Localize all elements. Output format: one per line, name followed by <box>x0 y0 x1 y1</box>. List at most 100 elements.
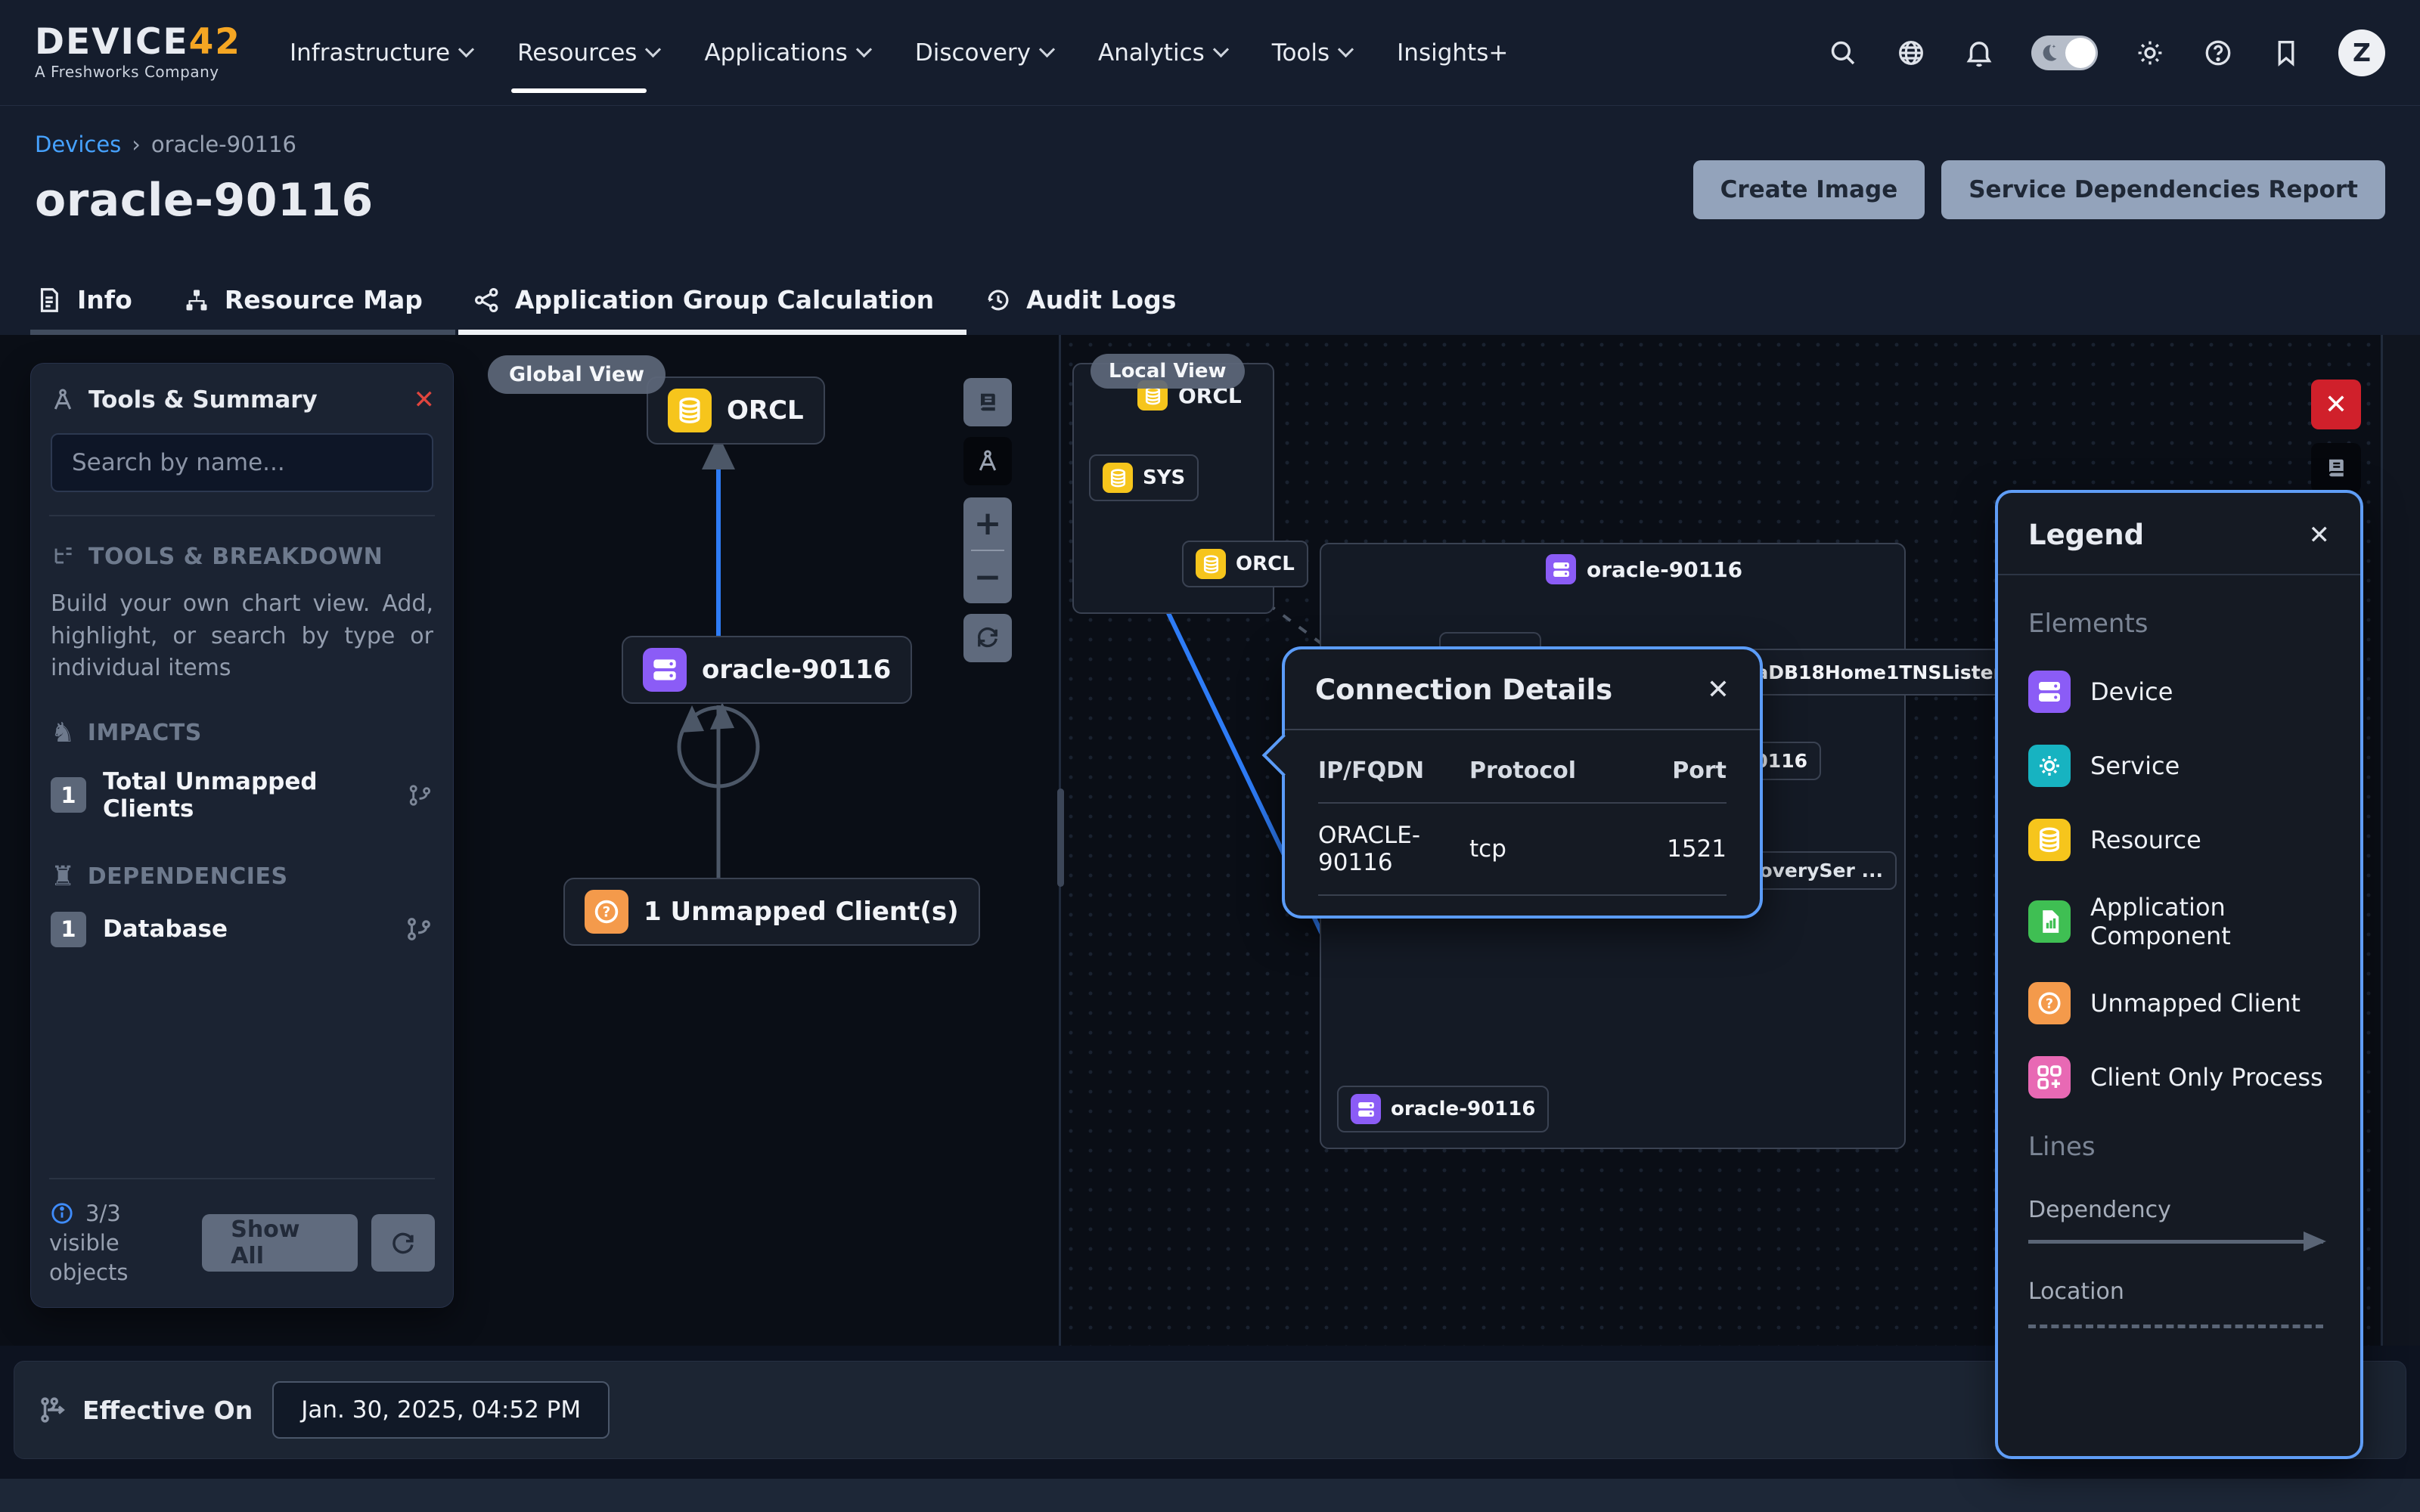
connection-table-header: IP/FQDN Protocol Port <box>1318 758 1727 784</box>
divider <box>49 515 435 516</box>
breadcrumb-separator: › <box>132 132 141 157</box>
svg-text:?: ? <box>603 905 611 921</box>
node-location-header-device[interactable]: oracle-90116 <box>1546 554 1742 584</box>
book-icon <box>974 389 1001 416</box>
create-image-button[interactable]: Create Image <box>1693 160 1925 219</box>
tools-summary-header: Tools & Summary ✕ <box>49 386 435 414</box>
scrollbar-thumb[interactable] <box>1057 789 1064 887</box>
nav-analytics[interactable]: Analytics <box>1098 0 1227 105</box>
cell-port: 1521 <box>1628 835 1727 863</box>
bookmark-icon[interactable] <box>2270 37 2302 69</box>
nav-insights[interactable]: Insights+ <box>1397 0 1508 105</box>
resource-database-icon <box>1196 549 1226 579</box>
impacts-row-unmapped-clients[interactable]: 1 Total Unmapped Clients <box>51 768 433 823</box>
legend-toggle-button[interactable] <box>2311 443 2361 493</box>
sitemap-icon <box>182 286 211 314</box>
toggle-knob <box>2065 38 2096 68</box>
canvas-right-gutter <box>2383 335 2420 1346</box>
branch-icon[interactable] <box>405 915 433 943</box>
effective-on-label: Effective On <box>82 1396 253 1425</box>
zoom-out-button[interactable]: − <box>963 551 1012 603</box>
branch-icon[interactable] <box>407 781 433 810</box>
location-line-sample <box>2028 1325 2323 1328</box>
visible-objects-status: 3/3 visible objects <box>49 1199 188 1287</box>
node-local-sys[interactable]: SYS <box>1089 454 1199 501</box>
legend-item-application-component: Application Component <box>2028 893 2330 950</box>
service-dependencies-report-button[interactable]: Service Dependencies Report <box>1941 160 2385 219</box>
node-local-orcl[interactable]: ORCL <box>1182 541 1308 587</box>
globe-icon[interactable] <box>1895 37 1927 69</box>
col-ip-fqdn: IP/FQDN <box>1318 758 1469 784</box>
close-icon[interactable]: ✕ <box>414 387 436 413</box>
svg-text:?: ? <box>2046 996 2053 1012</box>
cell-protocol: tcp <box>1469 835 1628 863</box>
close-icon[interactable]: ✕ <box>2309 522 2331 548</box>
resource-database-icon <box>668 389 712 432</box>
chevron-down-icon <box>1338 42 1354 57</box>
brand-logo[interactable]: DEVICE42 A Freshworks Company <box>35 24 241 81</box>
help-icon[interactable] <box>2202 37 2234 69</box>
close-icon[interactable]: ✕ <box>1707 677 1730 704</box>
popup-header: Connection Details ✕ <box>1285 649 1760 706</box>
document-icon <box>35 286 64 314</box>
node-global-unmapped-clients[interactable]: ? 1 Unmapped Client(s) <box>563 878 980 946</box>
local-view-label: Local View <box>1091 354 1245 389</box>
search-icon[interactable] <box>1827 37 1859 69</box>
legend-lines-label: Lines <box>2028 1132 2330 1162</box>
breadcrumb-devices-link[interactable]: Devices <box>35 132 121 157</box>
legend-panel: Legend ✕ Elements Device Service Resourc… <box>1995 490 2363 1459</box>
legend-book-button[interactable] <box>963 378 1012 426</box>
dependencies-section-header: ♜ DEPENDENCIES <box>51 863 433 891</box>
legend-location-label: Location <box>2028 1278 2330 1305</box>
nav-infrastructure[interactable]: Infrastructure <box>290 0 472 105</box>
count-badge: 1 <box>51 912 86 947</box>
page-header: Devices › oracle-90116 oracle-90116 Crea… <box>0 106 2420 265</box>
refresh-icon <box>974 624 1001 652</box>
dependencies-row-database[interactable]: 1 Database <box>51 912 433 947</box>
nav-discovery[interactable]: Discovery <box>915 0 1053 105</box>
tab-audit-logs[interactable]: Audit Logs <box>984 285 1176 314</box>
user-avatar[interactable]: Z <box>2338 29 2385 76</box>
legend-item-resource: Resource <box>2028 819 2330 861</box>
nav-resources[interactable]: Resources <box>517 0 659 105</box>
tab-track <box>30 330 455 335</box>
tab-resource-map[interactable]: Resource Map <box>182 285 423 314</box>
book-icon <box>2322 454 2350 482</box>
legend-dependency-label: Dependency <box>2028 1197 2330 1223</box>
nav-applications[interactable]: Applications <box>704 0 869 105</box>
divider <box>1285 729 1760 730</box>
show-all-button[interactable]: Show All <box>202 1214 358 1272</box>
notifications-bell-icon[interactable] <box>1963 37 1995 69</box>
node-location-bottom-device[interactable]: oracle-90116 <box>1337 1086 1549 1132</box>
col-port: Port <box>1628 758 1727 784</box>
tools-summary-panel: Tools & Summary ✕ TOOLS & BREAKDOWN Buil… <box>30 363 454 1308</box>
tab-info[interactable]: Info <box>35 285 132 314</box>
tools-breakdown-section-header: TOOLS & BREAKDOWN <box>51 544 433 570</box>
tab-application-group-calculation[interactable]: Application Group Calculation <box>473 285 934 314</box>
resource-database-icon <box>2028 819 2071 861</box>
footer-strip <box>0 1479 2420 1512</box>
chevron-down-icon <box>645 42 661 57</box>
device-server-icon <box>1351 1094 1381 1124</box>
nav-tools[interactable]: Tools <box>1272 0 1351 105</box>
refresh-button[interactable] <box>371 1214 435 1272</box>
divider <box>1318 802 1727 804</box>
divider <box>1998 574 2360 575</box>
tools-compass-button[interactable] <box>963 437 1012 485</box>
theme-toggle[interactable] <box>2031 36 2098 70</box>
count-badge: 1 <box>51 777 86 813</box>
settings-gear-icon[interactable] <box>2134 37 2166 69</box>
node-global-orcl[interactable]: ORCL <box>647 376 825 445</box>
node-global-device[interactable]: oracle-90116 <box>622 636 912 704</box>
connection-table-row[interactable]: ORACLE-90116 tcp 1521 <box>1318 822 1727 876</box>
zoom-in-button[interactable]: + <box>963 497 1012 550</box>
legend-header: Legend ✕ <box>2028 519 2330 551</box>
effective-on-date-field[interactable]: Jan. 30, 2025, 04:52 PM <box>272 1381 610 1439</box>
connection-details-popup: Connection Details ✕ IP/FQDN Protocol Po… <box>1282 646 1763 919</box>
relayout-button[interactable] <box>963 614 1012 662</box>
chevron-down-icon <box>856 42 872 57</box>
close-local-view-button[interactable]: ✕ <box>2311 380 2361 429</box>
search-input[interactable] <box>51 433 433 492</box>
moon-icon <box>2037 42 2060 64</box>
device-server-icon <box>2028 671 2071 713</box>
